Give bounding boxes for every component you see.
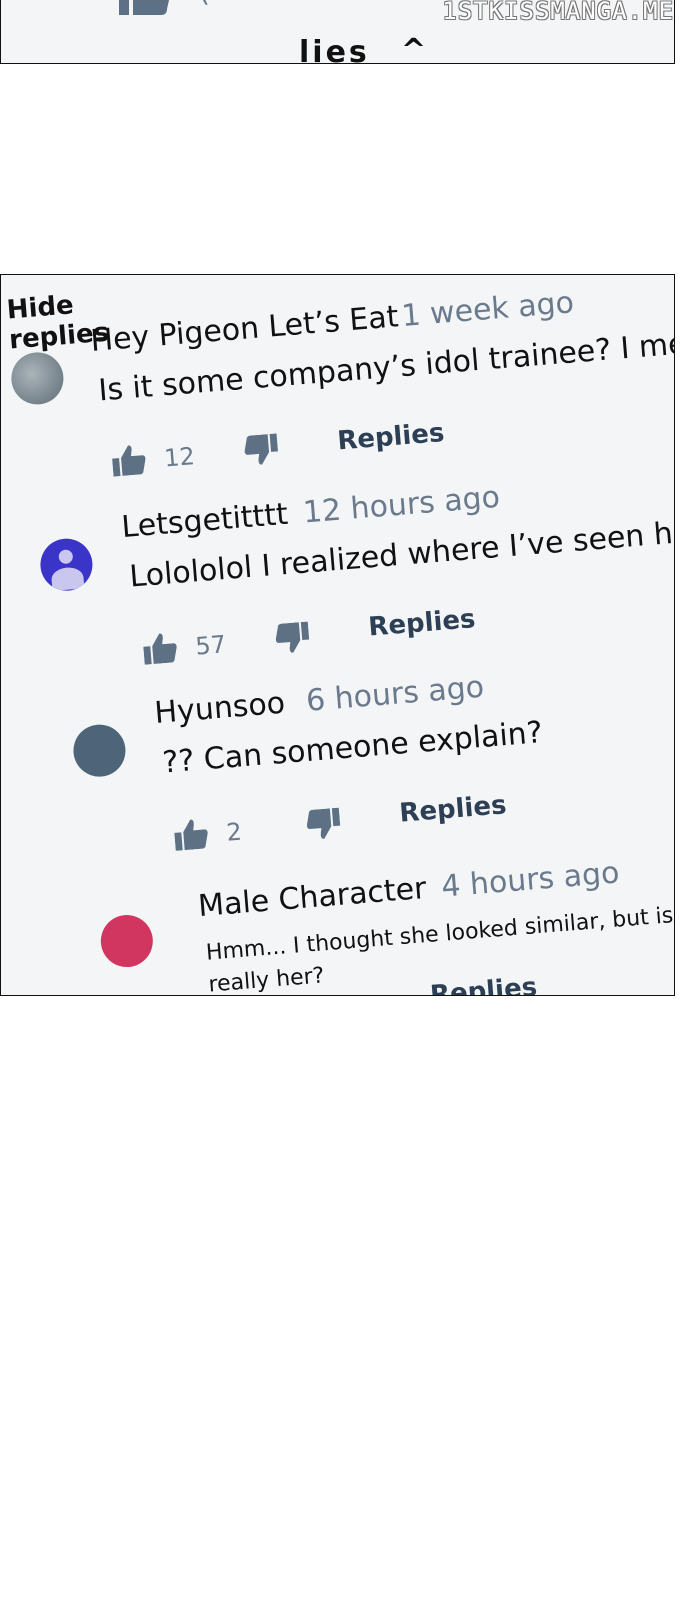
avatar[interactable]: [98, 913, 155, 970]
replies-link[interactable]: Replies: [398, 790, 507, 829]
thumbs-up-icon[interactable]: [111, 444, 147, 477]
comment-username[interactable]: Hyunsoo: [153, 686, 286, 731]
thumbs-down-icon[interactable]: [274, 621, 310, 655]
replies-link[interactable]: Replies: [367, 604, 476, 643]
thumbs-up-icon[interactable]: [142, 632, 178, 665]
top-comment-panel: ( 1STKISSMANGA.ME lies ^: [0, 0, 675, 64]
comment-timestamp: 6 hours ago: [304, 669, 486, 719]
comment-username[interactable]: Male Character: [197, 871, 428, 924]
replies-toggle[interactable]: lies: [299, 35, 370, 63]
replies-link[interactable]: Replies: [336, 418, 445, 457]
avatar[interactable]: [38, 536, 95, 593]
comment-timestamp: 12 hours ago: [301, 479, 502, 531]
like-count: 2: [225, 817, 243, 847]
thumbs-down-icon[interactable]: [243, 433, 279, 466]
comment-thread-panel: Hide replies Hey Pigeon Let’s Eat 1 week…: [0, 274, 675, 996]
like-count: 12: [163, 442, 196, 473]
comment-username[interactable]: Hey Pigeon Let’s Eat: [89, 299, 400, 359]
avatar[interactable]: [9, 350, 66, 407]
replies-link[interactable]: Replies: [429, 972, 538, 995]
chevron-up-icon[interactable]: ^: [401, 33, 426, 63]
thumbs-down-icon[interactable]: [305, 807, 341, 841]
like-count: 57: [194, 630, 227, 661]
thumbs-up-icon[interactable]: [173, 818, 209, 851]
avatar[interactable]: [71, 722, 128, 779]
partial-like-count: (: [199, 0, 210, 8]
comment-timestamp: 4 hours ago: [440, 855, 621, 905]
comment-timestamp: 1 week ago: [400, 285, 576, 334]
comment-username[interactable]: Letsgetitttt: [120, 497, 289, 545]
comment-text-continued: really her?: [207, 963, 326, 996]
thumbs-up-icon[interactable]: [119, 0, 171, 15]
watermark: 1STKISSMANGA.ME: [442, 0, 674, 25]
